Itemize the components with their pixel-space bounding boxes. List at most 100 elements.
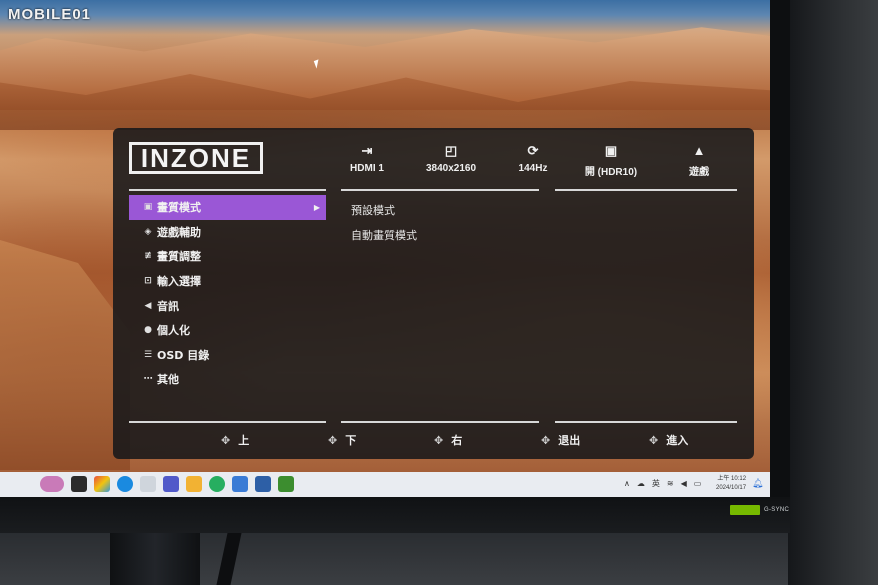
clock-date: 2024/10/17 <box>716 485 747 491</box>
dpad-enter-icon: ✥ <box>649 433 659 447</box>
line-chat-icon[interactable] <box>209 476 225 492</box>
divider <box>555 421 737 423</box>
nvidia-logo-icon <box>730 505 760 515</box>
speaker-icon: ◀ <box>144 300 152 311</box>
menu-item-label: 輸入選擇 <box>157 275 201 289</box>
wifi-icon[interactable]: ≋ <box>667 479 674 488</box>
submenu-item-preset-mode[interactable]: 預設模式 <box>351 198 417 223</box>
cloud-icon[interactable]: ☁ <box>637 479 645 488</box>
refresh-icon: ⟳ <box>527 143 539 158</box>
ime-indicator[interactable]: 英 <box>652 478 660 489</box>
resolution-icon: ◰ <box>444 143 458 158</box>
monitor-bezel-right <box>788 0 878 585</box>
copilot-icon[interactable] <box>94 476 110 492</box>
menu-item-input-select[interactable]: ⊡ 輸入選擇 <box>129 269 326 294</box>
list-icon: ☰ <box>143 349 153 360</box>
battery-icon[interactable]: ▭ <box>694 479 702 488</box>
wallpaper-dune <box>0 240 130 470</box>
status-input-label: HDMI 1 <box>350 163 384 174</box>
menu-item-personalize[interactable]: ● 個人化 <box>129 318 326 343</box>
menu-item-audio[interactable]: ◀ 音訊 <box>129 293 326 318</box>
picture-icon: ▲ <box>692 143 706 158</box>
calendar-app-icon[interactable] <box>255 476 271 492</box>
monitor-bezel-bottom <box>0 497 790 533</box>
monitor-stand <box>110 533 200 585</box>
system-tray: ∧ ☁ 英 ≋ ◀ ▭ <box>624 478 701 489</box>
dpad-right-icon: ✥ <box>434 433 444 447</box>
taskbar-apps <box>40 476 294 492</box>
person-icon: ● <box>144 325 152 336</box>
chevron-right-icon: ▶ <box>313 202 320 212</box>
input-icon: ⇥ <box>361 143 373 158</box>
teams-icon[interactable] <box>163 476 179 492</box>
status-resolution-label: 3840x2160 <box>425 163 477 174</box>
gsync-label: G-SYNC <box>764 507 790 513</box>
notification-bell-icon[interactable]: 🔔︎ <box>752 479 763 489</box>
menu-item-label: 其他 <box>157 373 179 387</box>
menu-item-other[interactable]: ⋯ 其他 <box>129 367 326 392</box>
watermark-logo: MOBILE01 <box>8 6 92 23</box>
menu-item-game-assist[interactable]: ◈ 遊戲輔助 <box>129 220 326 245</box>
menu-item-label: 音訊 <box>157 299 179 313</box>
osd-footer-hints: ✥ 上 ✥ 下 ✥ 右 ✥ 退出 ✥ 進入 <box>129 432 737 450</box>
hint-label: 右 <box>451 434 463 447</box>
picture-mode-icon: ▣ <box>143 202 153 213</box>
osd-main-menu: ▣ 畫質模式 ▶ ◈ 遊戲輔助 ≢ 畫質調整 ⊡ 輸入選擇 ◀ 音訊 ● 個人化… <box>129 195 326 392</box>
taskbar-clock[interactable]: 上午 10:12 2024/10/17 <box>716 475 746 493</box>
status-hdr-label: 開 (HDR10) <box>584 167 638 178</box>
store-icon[interactable] <box>232 476 248 492</box>
gamepad-icon: ◈ <box>144 226 152 237</box>
hint-right: ✥ 右 <box>434 432 462 448</box>
photo-scene: G-SYNC MOBILE01 INZONE ⇥ HDMI 1 ◰ 3840x2… <box>0 0 878 585</box>
status-picture: ▲ 遊戲 <box>659 142 739 178</box>
divider <box>341 189 539 191</box>
menu-item-osd-menu[interactable]: ☰ OSD 目錄 <box>129 343 326 368</box>
osd-submenu: 預設模式 自動畫質模式 <box>351 198 417 247</box>
hint-down: ✥ 下 <box>328 432 356 448</box>
clock-time: 上午 10:12 <box>717 476 747 482</box>
hint-enter: ✥ 進入 <box>649 432 688 448</box>
menu-item-picture-adjust[interactable]: ≢ 畫質調整 <box>129 244 326 269</box>
monitor-screen: MOBILE01 INZONE ⇥ HDMI 1 ◰ 3840x2160 ⟳ 1… <box>0 0 770 497</box>
status-refresh-label: 144Hz <box>518 163 548 174</box>
menu-item-label: 畫質調整 <box>157 250 201 264</box>
dpad-back-icon: ✥ <box>541 433 551 447</box>
osd-menu: INZONE ⇥ HDMI 1 ◰ 3840x2160 ⟳ 144Hz ▣ 開 … <box>113 128 754 459</box>
gsync-badge: G-SYNC <box>730 505 789 515</box>
menu-item-label: 個人化 <box>157 324 190 338</box>
status-hdr: ▣ 開 (HDR10) <box>571 142 651 178</box>
sliders-icon: ≢ <box>144 251 152 262</box>
file-explorer-icon[interactable] <box>186 476 202 492</box>
chevron-up-icon[interactable]: ∧ <box>624 479 630 488</box>
osd-status-bar: ⇥ HDMI 1 ◰ 3840x2160 ⟳ 144Hz ▣ 開 (HDR10)… <box>341 142 737 186</box>
menu-item-picture-mode[interactable]: ▣ 畫質模式 ▶ <box>129 195 326 220</box>
menu-item-label: OSD 目錄 <box>157 348 210 362</box>
monitor-edge <box>770 0 790 510</box>
input-select-icon: ⊡ <box>144 276 152 287</box>
edge-browser-icon[interactable] <box>117 476 133 492</box>
divider <box>129 189 326 191</box>
status-refresh: ⟳ 144Hz <box>493 142 573 174</box>
hint-up: ✥ 上 <box>221 432 249 448</box>
dpad-up-icon: ✥ <box>221 433 231 447</box>
inzone-logo: INZONE <box>129 142 263 174</box>
menu-item-label: 畫質模式 <box>157 201 201 215</box>
volume-icon[interactable]: ◀ <box>681 479 687 488</box>
mouse-app-icon[interactable] <box>140 476 156 492</box>
divider <box>555 189 737 191</box>
dpad-down-icon: ✥ <box>328 433 338 447</box>
submenu-item-auto-picture-mode[interactable]: 自動畫質模式 <box>351 223 417 248</box>
divider <box>341 421 539 423</box>
status-resolution: ◰ 3840x2160 <box>411 142 491 174</box>
start-icon[interactable] <box>71 476 87 492</box>
hint-exit: ✥ 退出 <box>541 432 580 448</box>
status-picture-label: 遊戲 <box>689 167 709 178</box>
menu-item-label: 遊戲輔助 <box>157 225 201 239</box>
windows-taskbar: ∧ ☁ 英 ≋ ◀ ▭ 上午 10:12 2024/10/17 🔔︎ <box>0 472 770 497</box>
status-input: ⇥ HDMI 1 <box>327 142 407 174</box>
hdr-icon: ▣ <box>604 143 618 158</box>
widgets-icon[interactable] <box>40 476 64 492</box>
minecraft-icon[interactable] <box>278 476 294 492</box>
hint-label: 下 <box>345 434 357 447</box>
divider <box>129 421 326 423</box>
